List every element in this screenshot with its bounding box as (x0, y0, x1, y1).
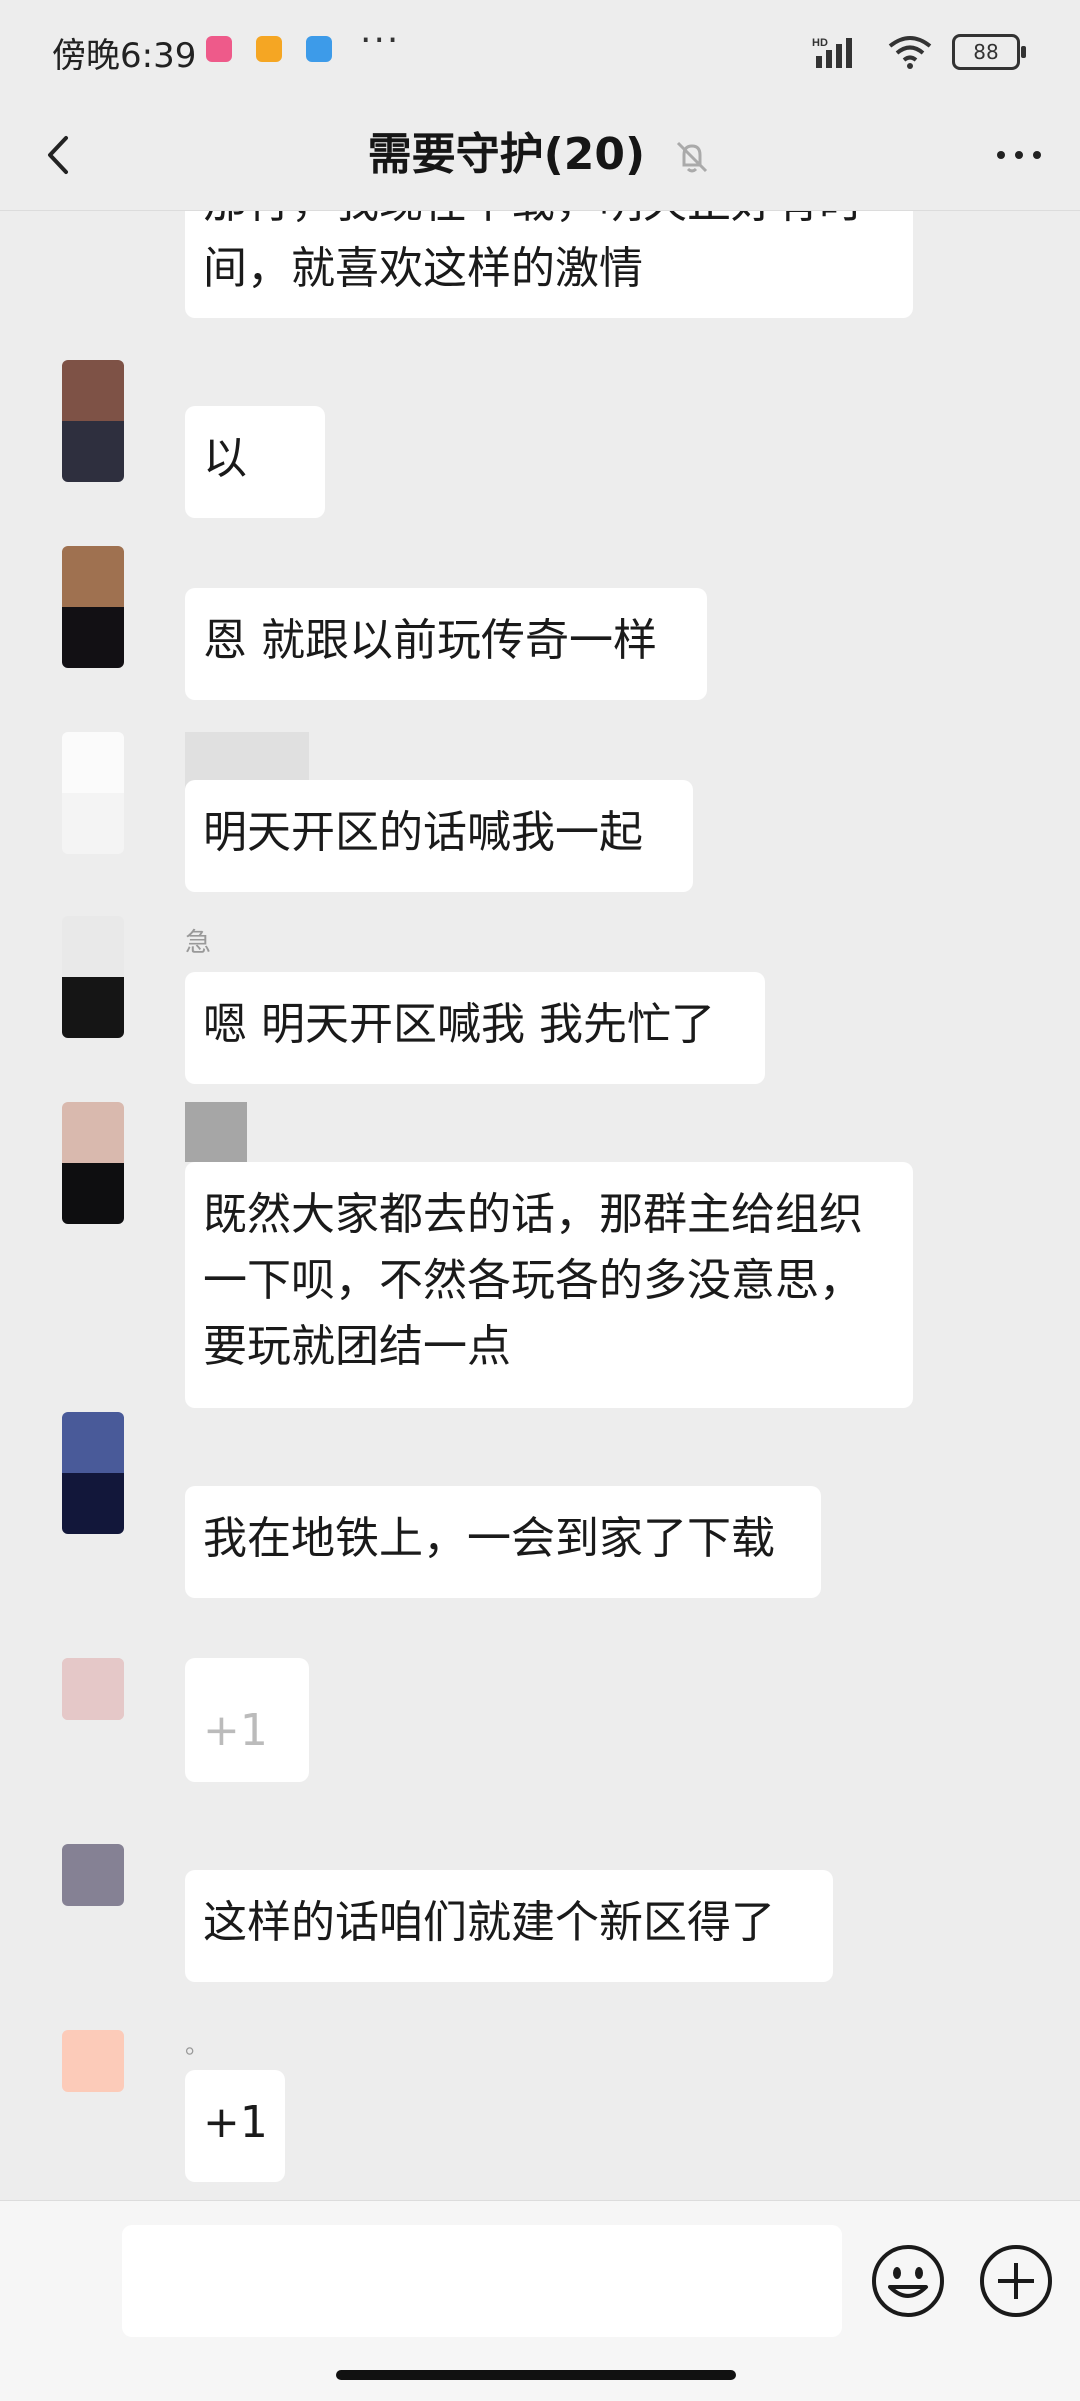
message-bubble[interactable]: 我在地铁上，一会到家了下载 (185, 1486, 821, 1598)
more-notifications-icon: ··· (360, 20, 401, 61)
message-text: +1 (203, 1705, 268, 1756)
emoji-icon[interactable] (868, 2241, 948, 2321)
message-bubble[interactable]: +1 (185, 1658, 309, 1782)
message-bubble[interactable]: +1 (185, 2070, 285, 2182)
status-time: 傍晚6:39 (52, 36, 197, 76)
avatar[interactable] (62, 1658, 124, 1720)
avatar-image-bottom (62, 1473, 124, 1534)
avatar-image-top (62, 1844, 124, 1875)
avatar-image-bottom (62, 1163, 124, 1224)
message-text: 那行，我现在下载，明天正好有时间，就喜欢这样的激情 (203, 210, 863, 294)
avatar[interactable] (62, 2030, 124, 2092)
message-text: 既然大家都去的话，那群主给组织一下呗，不然各玩各的多没意思，要玩就团结一点 (203, 1189, 863, 1372)
message-bubble[interactable]: 嗯 明天开区喊我 我先忙了 (185, 972, 765, 1084)
avatar-image-top (62, 916, 124, 977)
avatar[interactable] (62, 1412, 124, 1534)
message-text: 恩 就跟以前玩传奇一样 (203, 615, 657, 666)
sender-nickname-text: 。 (185, 2031, 209, 2059)
avatar-image-bottom (62, 421, 124, 482)
avatar-image-bottom (62, 977, 124, 1038)
chat-title-text: 需要守护(20) (367, 129, 646, 180)
sender-nickname: 急 (185, 922, 211, 966)
avatar[interactable] (62, 546, 124, 668)
message-bubble[interactable]: 明天开区的话喊我一起 (185, 780, 693, 892)
app-notification-icon (256, 36, 282, 62)
avatar[interactable] (62, 732, 124, 854)
message-text: 我在地铁上，一会到家了下载 (203, 1513, 775, 1564)
avatar-image-top (62, 1102, 124, 1163)
message-bubble[interactable]: 以 (185, 406, 325, 518)
message-list[interactable]: 那行，我现在下载，明天正好有时间，就喜欢这样的激情 以 恩 就跟以前玩传奇一样 … (0, 210, 1080, 2200)
avatar-image-bottom (62, 793, 124, 854)
avatar-image-top (62, 360, 124, 421)
avatar-image-bottom (62, 1875, 124, 1906)
avatar-image-top (62, 732, 124, 793)
avatar-image-bottom (62, 1689, 124, 1720)
sender-nickname: 。 (185, 2030, 209, 2066)
home-indicator[interactable] (336, 2370, 736, 2380)
avatar-image-top (62, 546, 124, 607)
sender-nickname (185, 1102, 247, 1162)
battery-icon: 88 (952, 34, 1026, 70)
sender-nickname-text: 急 (185, 928, 212, 958)
message-text: 嗯 明天开区喊我 我先忙了 (203, 999, 715, 1050)
avatar[interactable] (62, 1844, 124, 1906)
avatar-image-top (62, 1412, 124, 1473)
avatar-image-top (62, 1658, 124, 1689)
wifi-icon (888, 36, 932, 69)
avatar-image-top (62, 2030, 124, 2061)
plus-icon[interactable] (976, 2241, 1056, 2321)
message-text: 明天开区的话喊我一起 (203, 807, 643, 858)
signal-icon: HD (812, 37, 852, 68)
app-notification-icon (306, 36, 332, 62)
avatar[interactable] (62, 360, 124, 482)
chat-header: 需要守护(20) (0, 100, 1080, 211)
mute-bell-icon (677, 141, 708, 173)
message-bubble[interactable]: 那行，我现在下载，明天正好有时间，就喜欢这样的激情 (185, 210, 913, 318)
message-bubble[interactable]: 恩 就跟以前玩传奇一样 (185, 588, 707, 700)
message-bubble[interactable]: 既然大家都去的话，那群主给组织一下呗，不然各玩各的多没意思，要玩就团结一点 (185, 1162, 913, 1408)
message-bubble[interactable]: 这样的话咱们就建个新区得了 (185, 1870, 833, 1982)
status-indicators: HD 88 (812, 30, 1026, 74)
status-bar: 傍晚6:39 ··· HD 88 (0, 0, 1080, 100)
message-input[interactable] (122, 2225, 842, 2337)
avatar[interactable] (62, 1102, 124, 1224)
more-options-button[interactable] (986, 122, 1052, 188)
app-notification-icon (206, 36, 232, 62)
chat-title[interactable]: 需要守护(20) (0, 118, 1080, 182)
avatar[interactable] (62, 916, 124, 1038)
message-text: +1 (203, 2097, 268, 2148)
message-text: 这样的话咱们就建个新区得了 (203, 1897, 775, 1948)
avatar-image-bottom (62, 607, 124, 668)
avatar-image-bottom (62, 2061, 124, 2092)
network-label: HD (812, 37, 828, 49)
message-text: 以 (203, 433, 247, 484)
